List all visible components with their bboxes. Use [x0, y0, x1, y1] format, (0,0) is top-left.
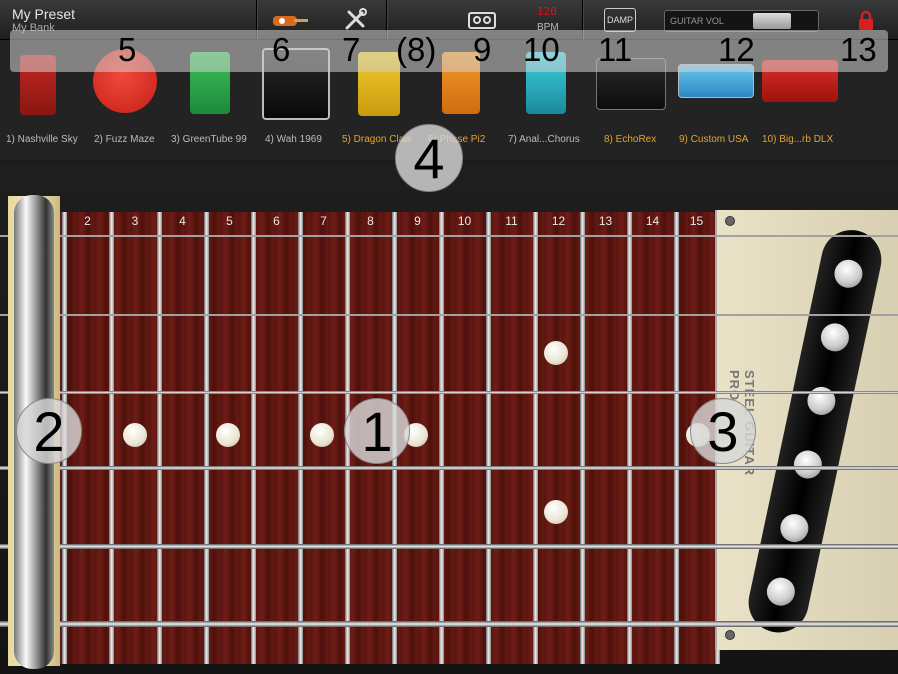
callout-11: 11 — [598, 31, 633, 68]
fret-inlay — [123, 423, 147, 447]
callout-9: 9 — [473, 31, 492, 68]
guitar-string[interactable] — [0, 235, 898, 237]
fret-number: 7 — [320, 214, 327, 228]
fret-wire — [204, 212, 209, 664]
fret-number: 13 — [598, 214, 613, 228]
fret-number: 11 — [505, 214, 518, 228]
damp-button[interactable]: DAMP — [604, 8, 636, 32]
bpm-value[interactable]: 120 — [537, 5, 557, 18]
fret-wire — [298, 212, 303, 664]
callout-6: 6 — [272, 31, 291, 68]
callout-band — [10, 30, 888, 72]
fret-wire — [109, 212, 114, 664]
fret-wire — [580, 212, 585, 664]
fret-number: 10 — [457, 214, 472, 228]
lock-icon — [859, 10, 873, 30]
guitar-volume-label: GUITAR VOL — [670, 16, 724, 26]
fret-inlay — [544, 341, 568, 365]
pedal-label: 9) Custom USA — [679, 134, 749, 145]
guitar-string[interactable] — [0, 314, 898, 316]
fret-wire — [627, 212, 632, 664]
guitar-string[interactable] — [0, 543, 898, 549]
fret-wire — [486, 212, 491, 664]
fret-number: 2 — [84, 214, 91, 228]
callout-13: 13 — [840, 31, 877, 68]
pedal-label: 10) Big...rb DLX — [762, 134, 834, 145]
fret-number: 8 — [367, 214, 374, 228]
callout-1: 1 — [344, 398, 410, 464]
callout-5: 5 — [118, 31, 137, 68]
fret-number: 14 — [645, 214, 660, 228]
fret-number: 3 — [131, 214, 139, 228]
guitar-volume-knob[interactable] — [753, 13, 791, 29]
fret-number: 6 — [273, 214, 280, 228]
guitar-string[interactable] — [0, 621, 898, 627]
fret-number: 12 — [551, 214, 566, 228]
guitar-string[interactable] — [0, 466, 898, 470]
pedal-label: 1) Nashville Sky — [6, 134, 78, 145]
fret-wire — [439, 212, 444, 664]
callout-10: 10 — [523, 31, 560, 68]
callout-12: 12 — [718, 31, 755, 68]
fret-number: 9 — [414, 214, 421, 228]
guitar-icon — [273, 16, 308, 26]
guitar-volume-slider[interactable]: GUITAR VOL — [664, 10, 819, 32]
tape-icon — [468, 12, 496, 29]
callout-2: 2 — [16, 398, 82, 464]
preset-name: My Preset — [12, 6, 76, 22]
fret-wire — [157, 212, 162, 664]
pedal-label: 3) GreenTube 99 — [171, 134, 247, 145]
fret-number: 15 — [689, 214, 704, 228]
callout-8: (8) — [396, 31, 437, 68]
callout-3: 3 — [690, 398, 756, 464]
fret-wire — [674, 212, 679, 664]
fret-wire — [251, 212, 256, 664]
pedal-label: 8) EchoRex — [604, 134, 657, 145]
fret-inlay — [544, 500, 568, 524]
fret-inlay — [216, 423, 240, 447]
pedal-label: 4) Wah 1969 — [265, 134, 322, 145]
fret-number: 5 — [226, 214, 233, 228]
fret-number: 4 — [179, 214, 186, 228]
screw — [725, 216, 735, 226]
pedal-label: 2) Fuzz Maze — [94, 134, 155, 145]
guitar-string[interactable] — [0, 390, 898, 394]
fret-inlay — [310, 423, 334, 447]
fret-wire — [533, 212, 538, 664]
callout-7: 7 — [342, 31, 361, 68]
pedal-label: 7) Anal...Chorus — [508, 134, 580, 145]
callout-4: 4 — [395, 124, 463, 192]
